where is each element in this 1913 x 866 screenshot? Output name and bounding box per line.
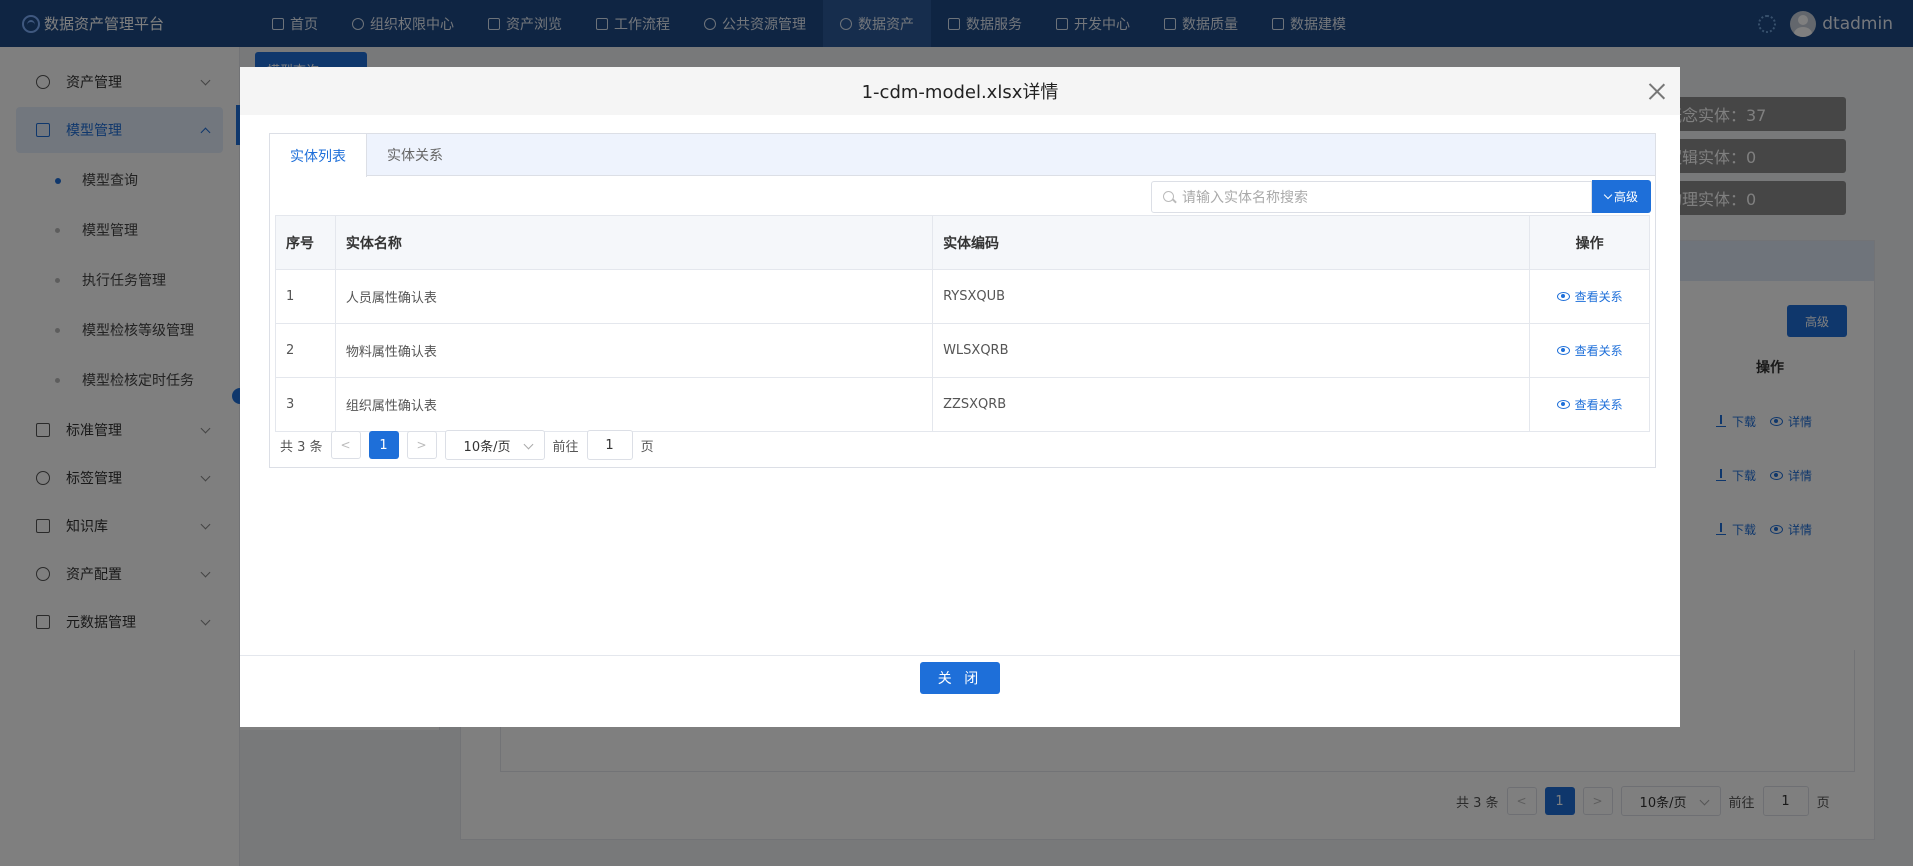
col-name: 实体名称 (334, 215, 934, 270)
tab-entity-relation[interactable]: 实体关系 (367, 134, 463, 176)
view-relation-link[interactable]: 查看关系 (1556, 288, 1623, 305)
search-placeholder: 请输入实体名称搜索 (1182, 190, 1308, 206)
cell-no: 1 (275, 269, 336, 324)
dialog-title: 1-cdm-model.xlsx详情 (240, 67, 1680, 115)
col-no: 序号 (275, 215, 336, 270)
eye-icon (1556, 346, 1570, 355)
pager-total: 共 3 条 (280, 439, 323, 455)
search-icon (1163, 191, 1174, 202)
cell-op: 查看关系 (1529, 269, 1650, 324)
detail-dialog: 1-cdm-model.xlsx详情 实体列表 实体关系 请输入实体名称搜索 高… (240, 67, 1680, 727)
cell-name: 人员属性确认表 (334, 269, 934, 324)
pager-goto-input[interactable]: 1 (586, 430, 633, 460)
pager-goto-label: 前往 (552, 439, 579, 455)
cell-no: 2 (275, 323, 336, 378)
pager-prev-button[interactable]: < (330, 431, 361, 459)
pagination: 共 3 条 < 1 > 10条/页 前往 1 页 (280, 430, 654, 460)
entity-search-input[interactable]: 请输入实体名称搜索 (1151, 181, 1592, 213)
pager-next-button[interactable]: > (406, 431, 437, 459)
pager-size-select[interactable]: 10条/页 (444, 430, 545, 460)
eye-icon (1556, 292, 1570, 301)
entity-tabs: 实体列表 实体关系 请输入实体名称搜索 高级 序号 实体名称 实体编码 操作 1… (269, 133, 1656, 468)
table-row: 3 组织属性确认表 ZZSXQRB 查看关系 (275, 377, 1650, 432)
view-relation-link[interactable]: 查看关系 (1556, 342, 1623, 359)
cell-op: 查看关系 (1529, 323, 1650, 378)
tab-entity-list[interactable]: 实体列表 (270, 134, 367, 177)
cell-no: 3 (275, 377, 336, 432)
cell-name: 物料属性确认表 (334, 323, 934, 378)
cell-op: 查看关系 (1529, 377, 1650, 432)
cell-code: WLSXQRB (932, 323, 1531, 378)
cell-name: 组织属性确认表 (334, 377, 934, 432)
view-relation-link[interactable]: 查看关系 (1556, 396, 1623, 413)
chevron-down-icon (1603, 190, 1613, 199)
eye-icon (1556, 400, 1570, 409)
close-icon[interactable] (1648, 82, 1666, 100)
close-button[interactable]: 关 闭 (920, 662, 1000, 694)
table-header-row: 序号 实体名称 实体编码 操作 (275, 215, 1650, 270)
table-row: 1 人员属性确认表 RYSXQUB 查看关系 (275, 269, 1650, 324)
advanced-search-button[interactable]: 高级 (1592, 180, 1651, 213)
col-op: 操作 (1529, 215, 1650, 270)
entity-table: 序号 实体名称 实体编码 操作 1 人员属性确认表 RYSXQUB 查看关系 2… (275, 215, 1650, 432)
dialog-footer: 关 闭 (240, 655, 1680, 727)
pager-page-1[interactable]: 1 (368, 431, 399, 459)
col-code: 实体编码 (932, 215, 1531, 270)
cell-code: RYSXQUB (932, 269, 1531, 324)
table-row: 2 物料属性确认表 WLSXQRB 查看关系 (275, 323, 1650, 378)
pager-page-unit: 页 (640, 439, 654, 455)
tab-bar: 实体列表 实体关系 (270, 134, 1655, 177)
cell-code: ZZSXQRB (932, 377, 1531, 432)
